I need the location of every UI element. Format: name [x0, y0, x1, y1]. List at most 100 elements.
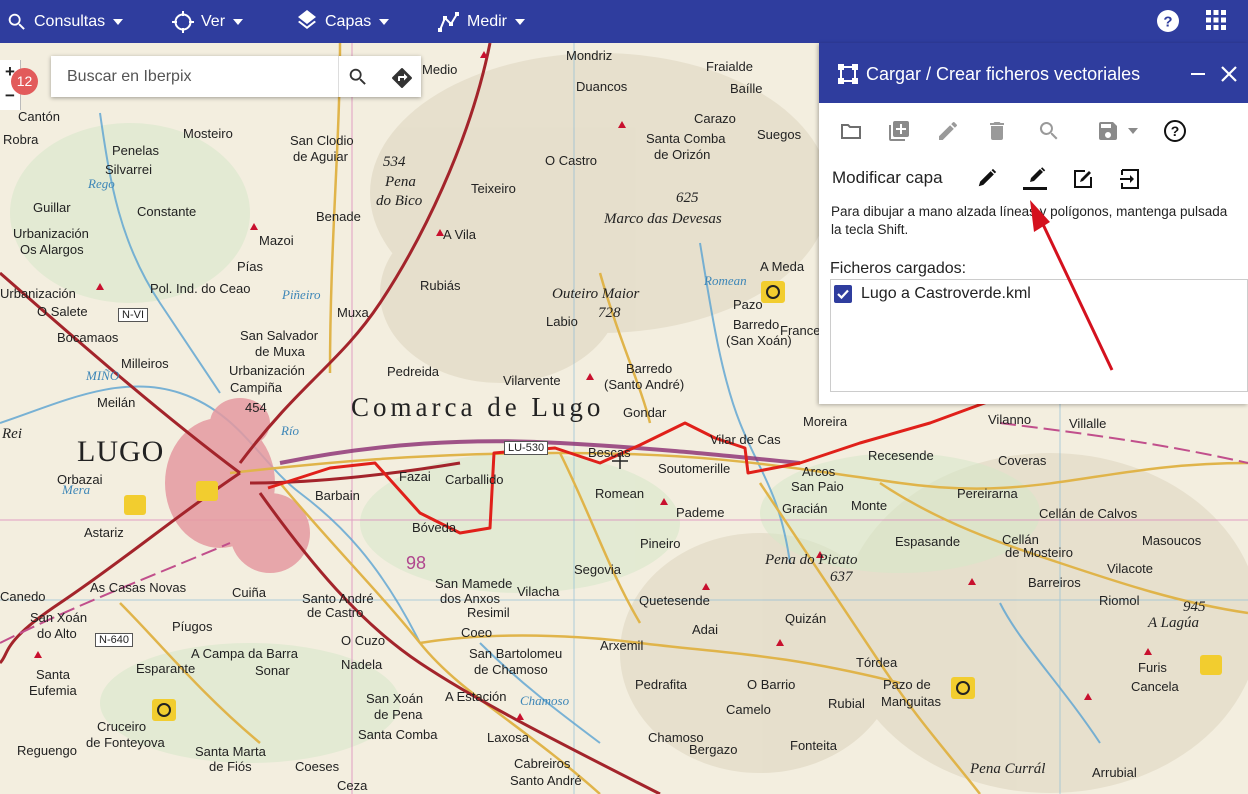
map-place-label: de Orizón	[654, 147, 711, 162]
chevron-down-icon	[113, 18, 124, 25]
map-place-label: Arcos	[802, 464, 836, 479]
map-place-label: Santo André	[302, 591, 374, 606]
map-place-label: San Salvador	[240, 328, 319, 343]
map-place-label: Os Alargos	[20, 242, 84, 257]
map-place-label: Benade	[316, 209, 361, 224]
map-place-label: Outeiro Maior	[552, 286, 640, 302]
map-place-label: Riomol	[1099, 593, 1140, 608]
map-place-label: Pedrafita	[635, 677, 688, 692]
road-label: LU-530	[504, 441, 549, 455]
map-place-label: Coeses	[295, 759, 340, 774]
map-place-label: Meilán	[97, 395, 136, 410]
edit-icon[interactable]	[936, 119, 960, 143]
delete-icon[interactable]	[985, 119, 1009, 143]
map-place-label: Arrubial	[1092, 765, 1137, 780]
measure-icon	[438, 11, 459, 32]
map-place-label: Pereirarna	[957, 486, 1018, 501]
map-place-label: San Paio	[791, 479, 844, 494]
menu-medir[interactable]: Medir	[437, 0, 526, 43]
map-place-label: Cruceiro	[97, 719, 147, 734]
menu-consultas[interactable]: Consultas	[6, 0, 124, 43]
map-place-label: Cabreiros	[514, 756, 571, 771]
pencil-icon[interactable]	[976, 167, 998, 189]
map-place-label: Marco das Devesas	[604, 211, 722, 227]
map-place-label: A Vila	[443, 227, 477, 242]
map-place-label: Río	[281, 423, 300, 438]
map-place-label: dos Anxos	[440, 591, 500, 606]
map-place-label: Soutomerille	[658, 461, 731, 476]
map-place-label: 625	[676, 190, 699, 206]
minimize-icon[interactable]	[1189, 65, 1207, 83]
map-place-label: Rubial	[828, 696, 865, 711]
chevron-down-icon	[515, 18, 526, 25]
map-place-label: Segovia	[574, 562, 621, 577]
map-place-label: de Castro	[307, 605, 364, 620]
map-place-label: Vilacote	[1107, 561, 1154, 576]
map-place-label: Rei	[2, 426, 22, 442]
directions-icon[interactable]	[390, 66, 414, 90]
map-place-label: Coveras	[998, 453, 1047, 468]
crosshair-icon	[172, 10, 194, 33]
chevron-down-icon	[379, 18, 390, 25]
search-input[interactable]	[51, 56, 353, 97]
map-place-label: Francel	[780, 323, 824, 338]
map-place-label: Constante	[137, 204, 197, 219]
map-place-label: Comarca de Lugo	[351, 392, 605, 422]
menu-consultas-label: Consultas	[34, 12, 106, 30]
map-place-label: Rego	[88, 176, 115, 191]
close-icon[interactable]	[1220, 65, 1238, 83]
freehand-line-icon[interactable]	[1022, 167, 1048, 191]
help-icon[interactable]: ?	[1156, 9, 1180, 33]
map-place-label: Cantón	[18, 109, 60, 124]
apps-grid-icon[interactable]	[1205, 9, 1227, 31]
menu-capas[interactable]: Capas	[295, 0, 390, 43]
map-place-label: Arxemil	[600, 638, 644, 653]
chevron-down-icon[interactable]	[1128, 128, 1138, 136]
folder-icon[interactable]	[839, 119, 863, 143]
map-place-label: San Bartolomeu	[469, 646, 563, 661]
map-place-label: 98	[406, 553, 427, 573]
edit-note-icon[interactable]	[1071, 167, 1095, 191]
map-place-label: A Campa da Barra	[191, 646, 298, 661]
help-icon[interactable]: ?	[1163, 119, 1187, 143]
map-place-label: Rubiás	[420, 278, 461, 293]
map-place-label: Pol. Ind. do Ceao	[150, 281, 251, 296]
exit-icon[interactable]	[1118, 167, 1142, 191]
map-place-label: Vilanno	[988, 412, 1032, 427]
menu-medir-label: Medir	[467, 12, 508, 30]
menu-ver-label: Ver	[201, 12, 226, 30]
map-place-label: Vilarvente	[503, 373, 561, 388]
map-place-label: Tórdea	[856, 655, 898, 670]
map-place-label: O Castro	[545, 153, 598, 168]
svg-text:?: ?	[1171, 123, 1180, 139]
map-place-label: Quizán	[785, 611, 827, 626]
zoom-icon[interactable]	[1037, 119, 1061, 143]
loaded-files-label: Ficheros cargados:	[830, 260, 967, 277]
map-place-label: Vilacha	[517, 584, 560, 599]
search-box	[51, 56, 421, 97]
list-item[interactable]: Lugo a Castroverde.kml	[831, 283, 1031, 305]
map-place-label: A Meda	[760, 259, 805, 274]
map-place-label: Vilar de Cas	[710, 432, 781, 447]
map-place-label: San Clodio	[290, 133, 354, 148]
loaded-files-list: Lugo a Castroverde.kml	[830, 279, 1248, 392]
map-place-label: 637	[830, 569, 853, 585]
menu-ver[interactable]: Ver	[171, 0, 244, 43]
map-place-label: Adai	[692, 622, 719, 637]
map-place-label: Barredo	[626, 361, 673, 376]
map-place-label: Piñeiro	[282, 287, 321, 302]
map-place-label: Chamoso	[520, 693, 570, 708]
search-icon[interactable]	[347, 66, 369, 88]
road-label: N-VI	[118, 308, 148, 322]
file-checkbox[interactable]	[834, 285, 852, 303]
map-place-label: Ceza	[337, 778, 368, 793]
map-place-label: de Muxa	[255, 344, 305, 359]
map-place-label: O Cuzo	[341, 633, 386, 648]
map-place-label: Pedreida	[387, 364, 440, 379]
road-label: N-640	[95, 633, 133, 647]
map-place-label: Muxa	[337, 305, 369, 320]
save-icon[interactable]	[1096, 119, 1120, 143]
map-place-label: Guillar	[33, 200, 71, 215]
add-layer-icon[interactable]	[887, 119, 911, 143]
map-place-label: Urbanización	[0, 286, 76, 301]
